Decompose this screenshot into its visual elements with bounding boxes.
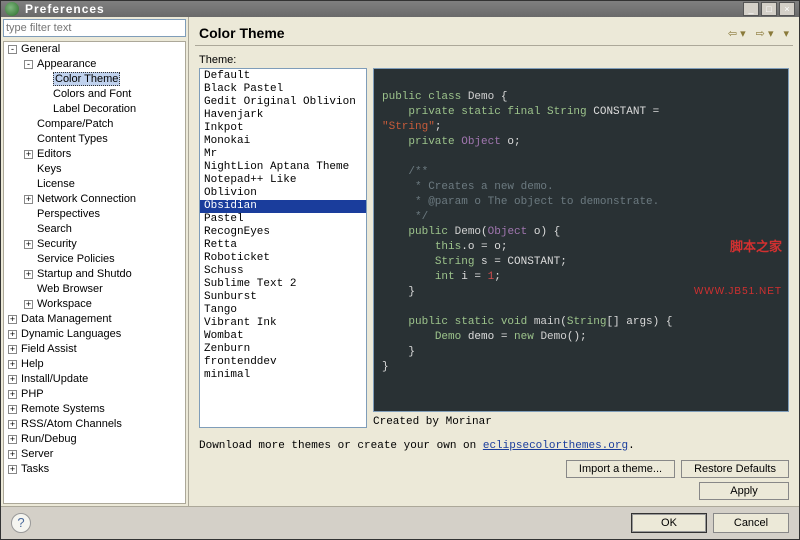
- preferences-window: Preferences _ □ × -General-AppearanceCol…: [0, 0, 800, 540]
- import-theme-button[interactable]: Import a theme...: [566, 460, 675, 478]
- back-icon[interactable]: ⇦ ▾: [728, 27, 746, 40]
- app-icon: [5, 2, 19, 16]
- tree-item[interactable]: +Remote Systems: [4, 402, 185, 417]
- theme-item[interactable]: Zenburn: [200, 343, 366, 356]
- theme-label: Theme:: [199, 54, 789, 66]
- tree-item[interactable]: -Appearance: [4, 57, 185, 72]
- theme-item[interactable]: Roboticket: [200, 252, 366, 265]
- tree-item[interactable]: +Security: [4, 237, 185, 252]
- download-text: Download more themes or create your own …: [189, 436, 799, 456]
- left-panel: -General-AppearanceColor ThemeColors and…: [1, 17, 189, 506]
- theme-list[interactable]: DefaultBlack PastelGedit Original Oblivi…: [199, 68, 367, 428]
- theme-item[interactable]: Retta: [200, 239, 366, 252]
- theme-item[interactable]: Sunburst: [200, 291, 366, 304]
- titlebar: Preferences _ □ ×: [1, 1, 799, 17]
- theme-item[interactable]: Sublime Text 2: [200, 278, 366, 291]
- theme-item[interactable]: minimal: [200, 369, 366, 382]
- theme-item[interactable]: Obsidian: [200, 200, 366, 213]
- theme-item[interactable]: Schuss: [200, 265, 366, 278]
- tree-item[interactable]: +Help: [4, 357, 185, 372]
- tree-item[interactable]: Search: [4, 222, 185, 237]
- theme-item[interactable]: Gedit Original Oblivion: [200, 96, 366, 109]
- theme-item[interactable]: RecognEyes: [200, 226, 366, 239]
- tree-item[interactable]: +Dynamic Languages: [4, 327, 185, 342]
- theme-item[interactable]: Oblivion: [200, 187, 366, 200]
- theme-item[interactable]: Default: [200, 70, 366, 83]
- menu-icon[interactable]: ▾: [783, 27, 789, 40]
- apply-button[interactable]: Apply: [699, 482, 789, 500]
- window-title: Preferences: [25, 2, 743, 16]
- theme-item[interactable]: Monokai: [200, 135, 366, 148]
- tree-item[interactable]: Colors and Font: [4, 87, 185, 102]
- theme-item[interactable]: Inkpot: [200, 122, 366, 135]
- theme-item[interactable]: Pastel: [200, 213, 366, 226]
- theme-item[interactable]: Notepad++ Like: [200, 174, 366, 187]
- tree-item[interactable]: Service Policies: [4, 252, 185, 267]
- cancel-button[interactable]: Cancel: [713, 513, 789, 533]
- ok-button[interactable]: OK: [631, 513, 707, 533]
- tree-item[interactable]: +Workspace: [4, 297, 185, 312]
- tree-item[interactable]: +Tasks: [4, 462, 185, 477]
- tree-item[interactable]: Content Types: [4, 132, 185, 147]
- code-preview: public class Demo { private static final…: [373, 68, 789, 412]
- theme-item[interactable]: Mr: [200, 148, 366, 161]
- tree-item[interactable]: -General: [4, 42, 185, 57]
- theme-item[interactable]: Black Pastel: [200, 83, 366, 96]
- tree-item[interactable]: Web Browser: [4, 282, 185, 297]
- tree-item[interactable]: +Data Management: [4, 312, 185, 327]
- theme-item[interactable]: Vibrant Ink: [200, 317, 366, 330]
- theme-item[interactable]: Wombat: [200, 330, 366, 343]
- maximize-button[interactable]: □: [761, 2, 777, 16]
- themes-link[interactable]: eclipsecolorthemes.org: [483, 440, 628, 452]
- page-title: Color Theme: [199, 25, 728, 41]
- tree-item[interactable]: +PHP: [4, 387, 185, 402]
- theme-item[interactable]: frontenddev: [200, 356, 366, 369]
- right-panel: Color Theme ⇦ ▾ ⇨ ▾ ▾ Theme: DefaultBlac…: [189, 17, 799, 506]
- help-icon[interactable]: ?: [11, 513, 31, 533]
- tree-item[interactable]: +RSS/Atom Channels: [4, 417, 185, 432]
- tree-item[interactable]: Label Decoration: [4, 102, 185, 117]
- restore-defaults-button[interactable]: Restore Defaults: [681, 460, 789, 478]
- tree-item[interactable]: +Editors: [4, 147, 185, 162]
- tree-item[interactable]: Compare/Patch: [4, 117, 185, 132]
- forward-icon[interactable]: ⇨ ▾: [756, 27, 774, 40]
- tree-item[interactable]: +Run/Debug: [4, 432, 185, 447]
- created-by: Created by Morinar: [373, 416, 789, 428]
- minimize-button[interactable]: _: [743, 2, 759, 16]
- theme-item[interactable]: Havenjark: [200, 109, 366, 122]
- theme-item[interactable]: Tango: [200, 304, 366, 317]
- filter-input[interactable]: [3, 19, 186, 37]
- close-button[interactable]: ×: [779, 2, 795, 16]
- tree-item[interactable]: +Startup and Shutdo: [4, 267, 185, 282]
- tree-item[interactable]: +Server: [4, 447, 185, 462]
- theme-item[interactable]: NightLion Aptana Theme: [200, 161, 366, 174]
- tree-item[interactable]: Perspectives: [4, 207, 185, 222]
- tree-item[interactable]: License: [4, 177, 185, 192]
- footer: ? OK Cancel: [1, 506, 799, 539]
- tree-item[interactable]: +Field Assist: [4, 342, 185, 357]
- category-tree[interactable]: -General-AppearanceColor ThemeColors and…: [3, 41, 186, 504]
- tree-item[interactable]: +Install/Update: [4, 372, 185, 387]
- tree-item[interactable]: Keys: [4, 162, 185, 177]
- watermark: 脚本之家 WWW.JB51.NET: [694, 209, 782, 329]
- tree-item[interactable]: Color Theme: [4, 72, 185, 87]
- tree-item[interactable]: +Network Connection: [4, 192, 185, 207]
